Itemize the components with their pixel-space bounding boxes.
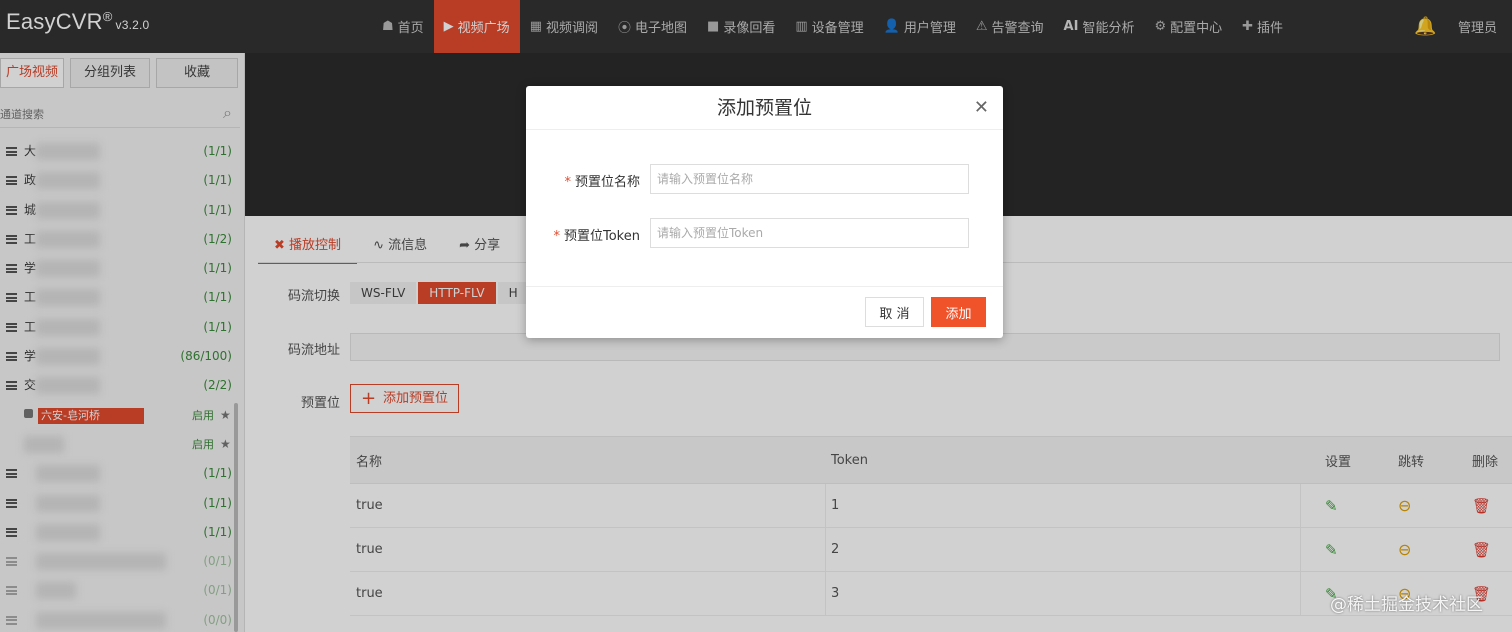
dialog-title: 添加预置位 <box>526 86 1003 130</box>
close-icon[interactable]: ✕ <box>974 97 989 118</box>
required-marker: * <box>553 229 561 244</box>
preset-token-input[interactable] <box>650 218 969 248</box>
preset-name-input[interactable] <box>650 164 969 194</box>
required-marker: * <box>564 175 571 190</box>
cancel-button[interactable]: 取 消 <box>865 297 924 327</box>
add-preset-dialog: 添加预置位 ✕ *预置位名称 *预置位Token 取 消 添加 <box>526 86 1003 338</box>
add-button[interactable]: 添加 <box>931 297 986 327</box>
preset-token-label: * 预置位Token <box>553 229 641 244</box>
preset-name-label: * 预置位名称 <box>564 175 640 190</box>
watermark: @稀土掘金技术社区 <box>1330 595 1483 615</box>
